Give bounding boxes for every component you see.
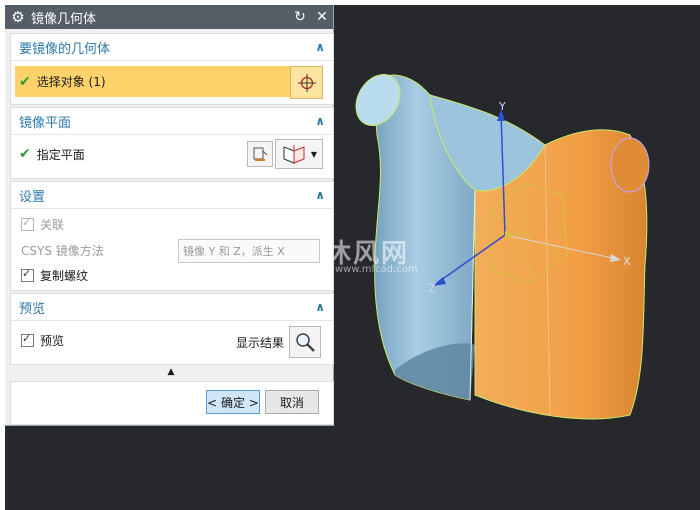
plane-inferred-button[interactable] xyxy=(247,141,273,167)
chevron-up-icon[interactable]: ∧ xyxy=(315,114,325,128)
associate-label: 关联 xyxy=(40,217,65,232)
copy-thread-row[interactable]: 复制螺纹 xyxy=(21,265,333,285)
plane-icon xyxy=(253,147,268,161)
dialog-title: 镜像几何体 xyxy=(31,11,97,27)
check-icon: ✔ xyxy=(19,73,31,90)
dialog-titlebar[interactable]: ⚙ 镜像几何体 ↻ ✕ xyxy=(5,5,333,29)
original-neck-cap xyxy=(610,137,650,193)
chevron-up-icon[interactable]: ∧ xyxy=(315,300,325,314)
section-plane-header[interactable]: 镜像平面 ∧ xyxy=(11,108,333,135)
select-object-label: 选择对象 (1) xyxy=(36,75,106,89)
triangle-up-icon: ▲ xyxy=(167,367,175,377)
magnifier-icon xyxy=(296,333,315,352)
reset-icon[interactable]: ↻ xyxy=(289,9,311,25)
associate-checkbox xyxy=(21,216,34,231)
specify-plane-row[interactable]: ✔ 指定平面 xyxy=(19,142,243,166)
csys-method-select: 镜像 Y 和 Z，派生 X xyxy=(178,239,320,263)
section-settings: 设置 ∧ 关联 CSYS 镜像方法 镜像 Y 和 Z，派生 X 复制螺纹 xyxy=(10,181,334,291)
section-geometry-header[interactable]: 要镜像的几何体 ∧ xyxy=(11,34,333,61)
csys-label: CSYS 镜像方法 xyxy=(21,243,104,258)
mirror-geometry-dialog: ⚙ 镜像几何体 ↻ ✕ 要镜像的几何体 ∧ ✔ 选择对象 (1) 镜像平面 ∧ xyxy=(5,5,334,426)
copy-thread-checkbox[interactable] xyxy=(21,267,34,282)
dialog-footer: < 确定 > 取消 xyxy=(10,381,334,425)
preview-checkbox[interactable] xyxy=(21,332,34,347)
section-plane-title: 镜像平面 xyxy=(19,115,72,131)
collapse-toggle[interactable]: ▲ xyxy=(10,365,332,379)
associate-row: 关联 xyxy=(21,214,333,234)
select-object-row[interactable]: ✔ 选择对象 (1) xyxy=(15,66,293,97)
section-settings-header[interactable]: 设置 ∧ xyxy=(11,182,333,209)
plane-type-dropdown[interactable]: ▼ xyxy=(275,139,323,169)
y-axis-label: Y xyxy=(499,100,506,113)
section-settings-title: 设置 xyxy=(19,189,46,205)
section-geometry-title: 要镜像的几何体 xyxy=(19,41,111,57)
show-result-label: 显示结果 xyxy=(236,336,285,350)
section-preview: 预览 ∧ 预览 显示结果 xyxy=(10,293,334,365)
ok-button[interactable]: < 确定 > xyxy=(206,390,260,414)
close-icon[interactable]: ✕ xyxy=(311,9,333,25)
copy-thread-label: 复制螺纹 xyxy=(40,268,89,283)
section-plane: 镜像平面 ∧ ✔ 指定平面 ▼ xyxy=(10,107,334,179)
section-geometry: 要镜像的几何体 ∧ ✔ 选择对象 (1) xyxy=(10,33,334,105)
cancel-button[interactable]: 取消 xyxy=(265,390,319,414)
show-result-button[interactable] xyxy=(289,326,321,358)
preview-label: 预览 xyxy=(40,333,65,348)
section-preview-header[interactable]: 预览 ∧ xyxy=(11,294,333,321)
chevron-down-icon: ▼ xyxy=(310,149,318,159)
chevron-up-icon[interactable]: ∧ xyxy=(315,188,325,202)
check-icon: ✔ xyxy=(19,146,31,162)
specify-plane-label: 指定平面 xyxy=(36,147,85,162)
preview-row[interactable]: 预览 xyxy=(21,330,141,350)
x-axis-label: X xyxy=(623,255,631,268)
mirror-plane-icon xyxy=(283,145,305,164)
z-axis-label: Z xyxy=(428,282,436,295)
chevron-up-icon[interactable]: ∧ xyxy=(315,40,325,54)
watermark-url: www.mfcad.com xyxy=(335,264,418,275)
gear-icon[interactable]: ⚙ xyxy=(5,8,31,26)
section-preview-title: 预览 xyxy=(19,301,46,317)
crosshair-icon xyxy=(297,73,316,92)
select-object-button[interactable] xyxy=(290,66,323,99)
